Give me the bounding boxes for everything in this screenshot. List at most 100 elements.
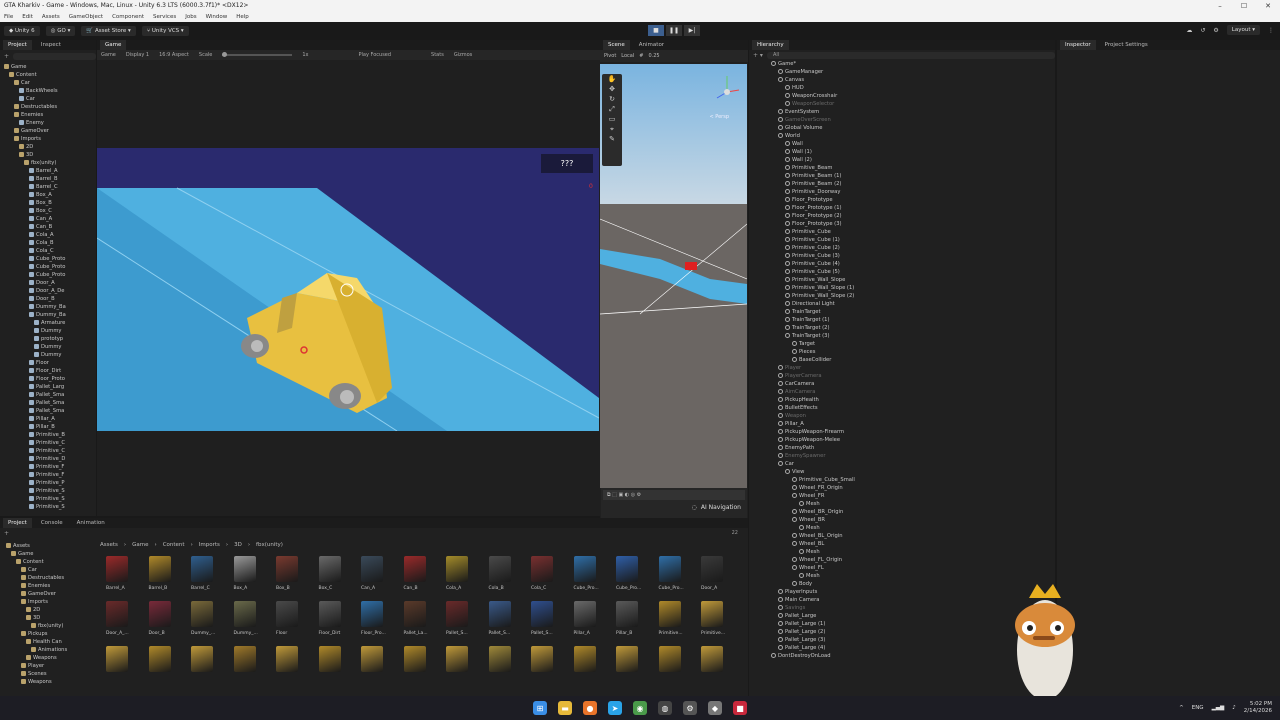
project-tree-item[interactable]: Dummy (0, 351, 96, 359)
asset-tile[interactable] (701, 646, 723, 672)
snap-value[interactable]: 0.25 (648, 53, 659, 59)
tab-inspector[interactable]: Inspector (1060, 40, 1096, 50)
hierarchy-item[interactable]: PickupHealth (749, 396, 1055, 404)
asset-tile[interactable]: Can_A (361, 556, 383, 591)
project-tree-item[interactable]: Floor_Proto (0, 375, 96, 383)
asset-tile[interactable] (573, 646, 596, 672)
asset-tile[interactable]: Cube_Pro... (616, 556, 641, 591)
unity-vcs-button[interactable]: ⑂ Unity VCS ▾ (141, 26, 189, 36)
asset-tile[interactable] (276, 646, 298, 672)
project-tree-item[interactable]: fbx(unity) (0, 159, 96, 167)
menu-item-help[interactable]: Help (236, 12, 249, 22)
clock[interactable]: 5:02 PM 2/14/2026 (1244, 701, 1272, 715)
breadcrumb-item[interactable]: Content (163, 542, 185, 548)
project-tree-item[interactable]: Floor (0, 359, 96, 367)
project-tree-item[interactable]: Dummy_Ba (0, 303, 96, 311)
project-tree-item[interactable]: Pillar_B (0, 423, 96, 431)
project-tree-item[interactable]: Primitive_C (0, 439, 96, 447)
rotate-tool-icon[interactable]: ↻ (602, 94, 622, 104)
scale-slider-handle[interactable] (222, 52, 228, 57)
asset-tile[interactable] (318, 646, 341, 672)
asset-tile[interactable] (658, 646, 681, 672)
bottom-tree-item[interactable]: Weapons (0, 678, 94, 686)
move-tool-icon[interactable]: ✥ (602, 84, 622, 94)
hierarchy-item[interactable]: PlayerCamera (749, 372, 1055, 380)
hierarchy-item[interactable]: BaseCollider (749, 356, 1055, 364)
hierarchy-item[interactable]: Directional Light (749, 300, 1055, 308)
hierarchy-item[interactable]: TrainTarget (3) (749, 332, 1055, 340)
scene-gizmo[interactable] (713, 72, 741, 108)
hierarchy-item[interactable]: Wheel_BR (749, 516, 1055, 524)
tab-animation[interactable]: Animation (72, 518, 110, 528)
project-tree-item[interactable]: Enemies (0, 111, 96, 119)
project-tree-item[interactable]: Primitive_B (0, 431, 96, 439)
bottom-tree-item[interactable]: Game (0, 550, 94, 558)
menu-item-file[interactable]: File (4, 12, 13, 22)
hierarchy-item[interactable]: EnemySpawner (749, 452, 1055, 460)
hierarchy-item[interactable]: TrainTarget (1) (749, 316, 1055, 324)
asset-tile[interactable]: Door_A_... (106, 601, 129, 636)
file-explorer-icon[interactable]: ▬ (558, 701, 572, 715)
project-tree-item[interactable]: Car (0, 79, 96, 87)
project-tree-item[interactable]: Cube_Proto (0, 255, 96, 263)
hand-tool-icon[interactable]: ✋ (602, 74, 622, 84)
firefox-icon[interactable]: ● (583, 701, 597, 715)
scene-overlay-bar[interactable]: ⧉ ⬚ ▣ ◐ ◎ ⚙ (603, 490, 745, 500)
chrome-icon[interactable]: ◉ (633, 701, 647, 715)
display-dropdown[interactable]: Display 1 (126, 52, 149, 58)
project-search-input[interactable] (13, 52, 96, 60)
asset-tile[interactable] (403, 646, 426, 672)
project-tree-item[interactable]: Primitive_F (0, 463, 96, 471)
hierarchy-item[interactable]: Pieces (749, 348, 1055, 356)
tab-project[interactable]: Project (3, 40, 32, 50)
asset-tile[interactable]: Dummy_... (233, 601, 258, 636)
project-tree-item[interactable]: Box_C (0, 207, 96, 215)
asset-tile[interactable]: Cola_C (531, 556, 553, 591)
bottom-tree-item[interactable]: Destructables (0, 574, 94, 582)
hierarchy-item[interactable]: Wheel_FL (749, 564, 1055, 572)
hierarchy-item[interactable]: PickupWeapon-Melee (749, 436, 1055, 444)
more-icon[interactable]: ⋮ (1268, 27, 1274, 34)
layout-dropdown[interactable]: Layout ▾ (1226, 25, 1260, 35)
asset-tile[interactable]: Barrel_B (148, 556, 171, 591)
project-tree-item[interactable]: Barrel_B (0, 175, 96, 183)
asset-tile[interactable]: Primitive... (658, 601, 683, 636)
asset-tile[interactable]: Pallet_S... (488, 601, 511, 636)
hierarchy-item[interactable]: GameManager (749, 68, 1055, 76)
bottom-tree-item[interactable]: Player (0, 662, 94, 670)
menu-item-edit[interactable]: Edit (22, 12, 33, 22)
hierarchy-item[interactable]: BulletEffects (749, 404, 1055, 412)
play-focused-dropdown[interactable]: Play Focused (359, 52, 392, 58)
project-tree-item[interactable]: Dummy (0, 327, 96, 335)
close-icon[interactable]: ✕ (1256, 0, 1280, 12)
pause-button[interactable]: ❚❚ (666, 25, 682, 36)
asset-tile[interactable]: Dummy_... (191, 601, 215, 636)
hierarchy-item[interactable]: Floor_Prototype (1) (749, 204, 1055, 212)
bottom-tree-item[interactable]: Enemies (0, 582, 94, 590)
add-icon[interactable]: + (4, 530, 9, 537)
project-tree-item[interactable]: Game (0, 63, 96, 71)
project-tree-item[interactable]: Imports (0, 135, 96, 143)
bottom-tree-item[interactable]: Car (0, 566, 94, 574)
language-indicator[interactable]: ENG (1192, 705, 1204, 711)
asset-tile[interactable]: Pallet_S... (446, 601, 468, 636)
asset-tile[interactable]: Barrel_A (106, 556, 128, 591)
asset-tile[interactable]: Box_B (276, 556, 298, 591)
asset-tile[interactable] (106, 646, 128, 672)
transform-tool-icon[interactable]: ⌖ (602, 124, 622, 134)
tab-console[interactable]: Console (36, 518, 68, 528)
hierarchy-item[interactable]: Mesh (749, 524, 1055, 532)
breadcrumb-item[interactable]: Assets (100, 542, 118, 548)
bottom-tree-item[interactable]: GameOver (0, 590, 94, 598)
breadcrumb-item[interactable]: Imports (199, 542, 220, 548)
asset-tile[interactable] (616, 646, 638, 672)
game-mode-dropdown[interactable]: Game (101, 52, 116, 58)
network-icon[interactable]: ▂▄▆ (1212, 705, 1225, 711)
asset-tile[interactable]: Cola_B (488, 556, 511, 591)
hierarchy-item[interactable]: Wall (749, 140, 1055, 148)
project-tree-item[interactable]: Primitive_S (0, 495, 96, 503)
project-tree-item[interactable]: GameOver (0, 127, 96, 135)
bottom-tree-item[interactable]: fbx(unity) (0, 622, 94, 630)
hierarchy-search-input[interactable]: All (766, 51, 1055, 59)
project-tree-item[interactable]: Can_B (0, 223, 96, 231)
